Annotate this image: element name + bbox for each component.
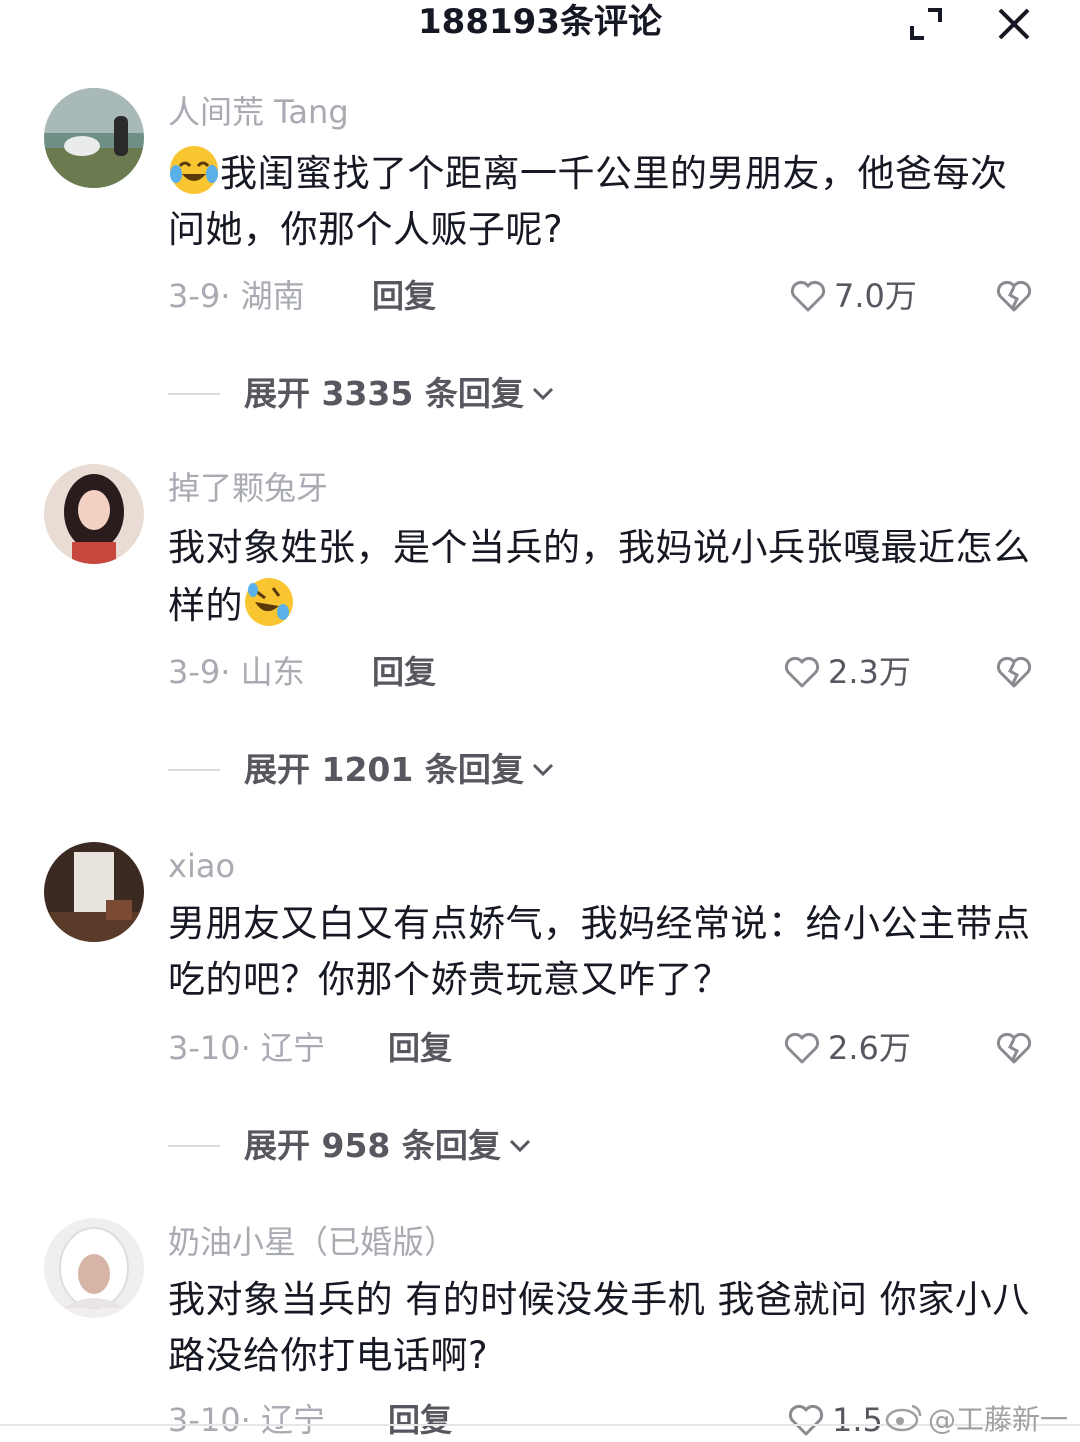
heart-icon bbox=[788, 1404, 824, 1436]
watermark-text: @工藤新一 bbox=[928, 1403, 1069, 1436]
chevron-down-icon bbox=[532, 387, 553, 401]
like-button[interactable]: 2.3万 bbox=[782, 650, 911, 694]
heart-icon bbox=[784, 656, 820, 688]
avatar[interactable] bbox=[44, 842, 144, 942]
watermark: @工藤新一 bbox=[884, 1398, 1068, 1438]
weibo-logo-icon bbox=[885, 1404, 922, 1432]
like-count: 2.3万 bbox=[828, 653, 911, 691]
close-icon[interactable] bbox=[994, 4, 1034, 44]
avatar[interactable] bbox=[44, 464, 144, 564]
crying-laughing-emoji bbox=[170, 146, 218, 194]
like-button[interactable]: 1.5 bbox=[786, 1398, 883, 1442]
expand-replies[interactable]: 展开 958 条回复 bbox=[168, 1124, 533, 1168]
comment-text: 男朋友又白又有点娇气，我妈经常说：给小公主带点吃的吧？你那个娇贵玩意又咋了？ bbox=[168, 902, 1031, 1001]
date-location: 3-9· 山东 bbox=[168, 653, 305, 691]
rolling-laughing-emoji bbox=[245, 578, 293, 626]
reply-button[interactable]: 回复 bbox=[388, 1028, 452, 1068]
expand-replies[interactable]: 展开 3335 条回复 bbox=[168, 372, 556, 416]
comment-text: 我闺蜜找了个距离一千公里的男朋友，他爸每次问她，你那个人贩子呢? bbox=[168, 144, 1038, 258]
like-button[interactable]: 2.6万 bbox=[782, 1026, 911, 1070]
dislike-icon[interactable] bbox=[994, 652, 1034, 692]
reply-button[interactable]: 回复 bbox=[372, 652, 436, 692]
heart-icon bbox=[784, 1032, 820, 1064]
reply-button[interactable]: 回复 bbox=[388, 1400, 452, 1440]
expand-icon[interactable] bbox=[906, 4, 946, 44]
like-button[interactable]: 7.0万 bbox=[788, 274, 917, 318]
avatar[interactable] bbox=[44, 1218, 144, 1318]
date-location: 3-10· 辽宁 bbox=[168, 1029, 325, 1067]
expand-replies-label: 展开 3335 条回复 bbox=[244, 374, 524, 413]
username[interactable]: 奶油小星（已婚版） bbox=[168, 1222, 456, 1262]
divider bbox=[168, 393, 220, 395]
heart-icon bbox=[790, 280, 826, 312]
date-location: 3-9· 湖南 bbox=[168, 277, 305, 315]
username[interactable]: 掉了颗兔牙 bbox=[168, 468, 328, 508]
expand-replies[interactable]: 展开 1201 条回复 bbox=[168, 748, 556, 792]
dislike-icon[interactable] bbox=[994, 1028, 1034, 1068]
comments-header: 188193条评论 bbox=[0, 0, 1080, 70]
divider bbox=[168, 1145, 220, 1147]
divider bbox=[168, 769, 220, 771]
comment-text: 我对象当兵的 有的时候没发手机 我爸就问 你家小八路没给你打电话啊? bbox=[168, 1278, 1030, 1377]
like-count: 1.5 bbox=[832, 1401, 883, 1439]
dislike-icon[interactable] bbox=[994, 276, 1034, 316]
like-count: 2.6万 bbox=[828, 1029, 911, 1067]
chevron-down-icon bbox=[532, 763, 553, 777]
expand-replies-label: 展开 958 条回复 bbox=[244, 1126, 501, 1165]
username[interactable]: 人间荒 Tang bbox=[168, 92, 349, 132]
reply-button[interactable]: 回复 bbox=[372, 276, 436, 316]
expand-replies-label: 展开 1201 条回复 bbox=[244, 750, 524, 789]
like-count: 7.0万 bbox=[834, 277, 917, 315]
username[interactable]: xiao bbox=[168, 846, 235, 886]
comment-text: 我对象姓张，是个当兵的，我妈说小兵张嘎最近怎么样的 bbox=[168, 526, 1031, 627]
chevron-down-icon bbox=[509, 1139, 530, 1153]
date-location: 3-10· 辽宁 bbox=[168, 1401, 325, 1439]
avatar[interactable] bbox=[44, 88, 144, 188]
